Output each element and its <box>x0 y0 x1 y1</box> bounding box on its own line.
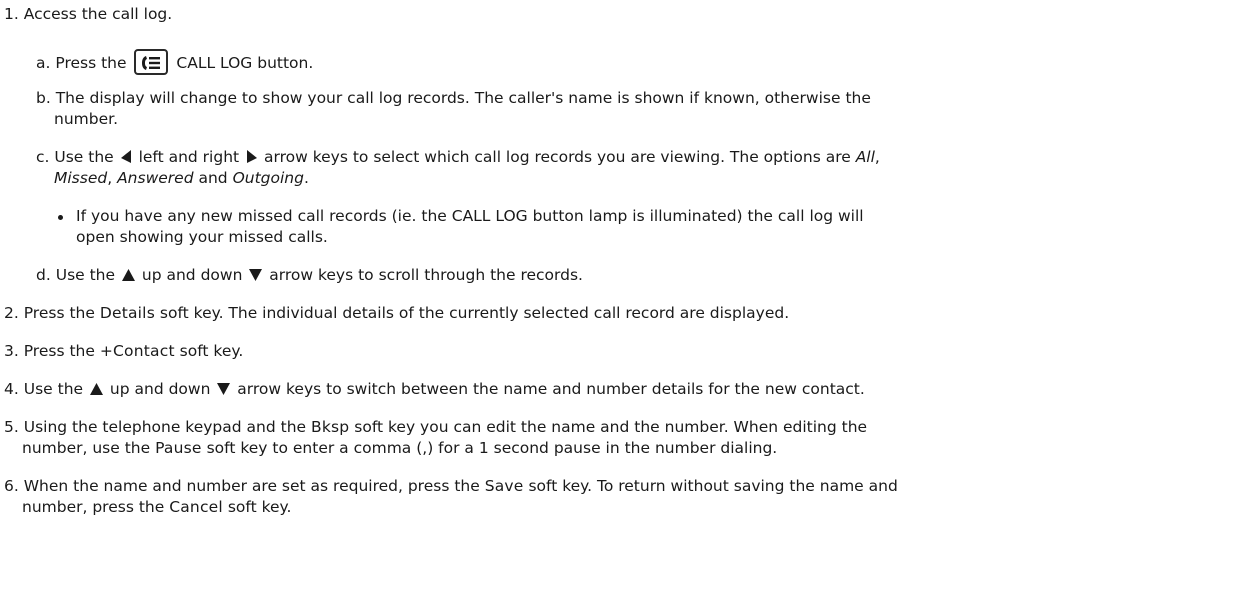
bullet-text-continued: open showing your missed calls. <box>76 227 328 248</box>
substep-letter: b. <box>36 89 51 107</box>
down-arrow-icon <box>249 266 263 287</box>
bullet-text: If you have any new missed call records … <box>76 206 864 227</box>
substep-c-continued: Missed, Answered and Outgoing. <box>54 168 309 189</box>
step-text-end: soft key. <box>222 498 292 516</box>
step-text: Using the telephone keypad and the <box>23 418 311 436</box>
substep-text: Use the <box>55 266 120 284</box>
step-text: Press the <box>23 304 100 322</box>
step-text: Press the <box>23 342 100 360</box>
substep-text: Use the <box>54 148 119 166</box>
step-text-end: arrow keys to switch between the name an… <box>232 380 865 398</box>
step-number: 1. <box>4 5 19 23</box>
step-number: 4. <box>4 380 19 398</box>
separator: , <box>107 169 118 187</box>
option-missed: Missed <box>54 169 108 187</box>
option-outgoing: Outgoing <box>232 169 304 187</box>
step-text-end: soft key. <box>174 342 244 360</box>
separator: and <box>193 169 233 187</box>
substep-letter: a. <box>36 54 51 72</box>
step-text: Use the <box>23 380 88 398</box>
step-text: number, press the <box>22 498 170 516</box>
step-text: Access the call log. <box>23 5 173 23</box>
substep-text: The display will change to show your cal… <box>55 89 871 107</box>
step-text: When the name and number are set as requ… <box>23 477 485 495</box>
soft-key-bksp: Bksp <box>311 418 350 436</box>
soft-key-contact: +Contact <box>99 342 175 360</box>
right-arrow-icon <box>246 148 258 169</box>
substep-c: c. Use the left and right arrow keys to … <box>36 147 880 169</box>
step-text: number, use the <box>22 439 156 457</box>
substep-text-end: arrow keys to select which call log reco… <box>259 148 856 166</box>
step-6: 6. When the name and number are set as r… <box>4 476 898 497</box>
separator: . <box>303 169 309 187</box>
step-number: 3. <box>4 342 19 360</box>
substep-letter: c. <box>36 148 50 166</box>
up-arrow-icon <box>121 266 135 287</box>
step-6-continued: number, press the Cancel soft key. <box>22 497 291 518</box>
step-number: 5. <box>4 418 19 436</box>
substep-b: b. The display will change to show your … <box>36 88 871 109</box>
soft-key-cancel: Cancel <box>169 498 223 516</box>
instructions-document: 1. Access the call log. a. Press the CAL… <box>0 0 1255 615</box>
substep-d: d. Use the up and down arrow keys to scr… <box>36 265 583 287</box>
soft-key-save: Save <box>484 477 524 495</box>
substep-text: Press the <box>55 54 132 72</box>
step-4: 4. Use the up and down arrow keys to swi… <box>4 379 865 401</box>
bullet-marker <box>58 215 63 220</box>
step-text-end: soft key you can edit the name and the n… <box>349 418 868 436</box>
step-1: 1. Access the call log. <box>4 4 172 25</box>
substep-letter: d. <box>36 266 51 284</box>
left-arrow-icon <box>120 148 132 169</box>
down-arrow-icon <box>217 380 231 401</box>
step-text-end: soft key. The individual details of the … <box>154 304 790 322</box>
step-text-end: soft key to enter a comma (,) for a 1 se… <box>201 439 778 457</box>
step-text-end: soft key. To return without saving the n… <box>523 477 898 495</box>
up-arrow-icon <box>89 380 103 401</box>
substep-text-end: CALL LOG button. <box>171 54 314 72</box>
substep-text-mid: left and right <box>133 148 245 166</box>
substep-text: number. <box>54 110 118 128</box>
separator: , <box>874 148 880 166</box>
bullet-text-line: open showing your missed calls. <box>76 228 328 246</box>
step-number: 6. <box>4 477 19 495</box>
substep-b-continued: number. <box>54 109 118 130</box>
step-3: 3. Press the +Contact soft key. <box>4 341 243 362</box>
substep-text-mid: up and down <box>136 266 248 284</box>
soft-key-details: Details <box>99 304 155 322</box>
step-text-mid: up and down <box>104 380 216 398</box>
step-2: 2. Press the Details soft key. The indiv… <box>4 303 789 324</box>
step-number: 2. <box>4 304 19 322</box>
option-answered: Answered <box>117 169 194 187</box>
option-all: All <box>855 148 875 166</box>
call-log-button-icon <box>134 49 169 75</box>
bullet-text-line: If you have any new missed call records … <box>76 207 864 225</box>
substep-a: a. Press the CALL LOG button. <box>36 49 313 75</box>
step-5: 5. Using the telephone keypad and the Bk… <box>4 417 867 438</box>
soft-key-pause: Pause <box>155 439 202 457</box>
step-5-continued: number, use the Pause soft key to enter … <box>22 438 777 459</box>
substep-text-end: arrow keys to scroll through the records… <box>264 266 583 284</box>
